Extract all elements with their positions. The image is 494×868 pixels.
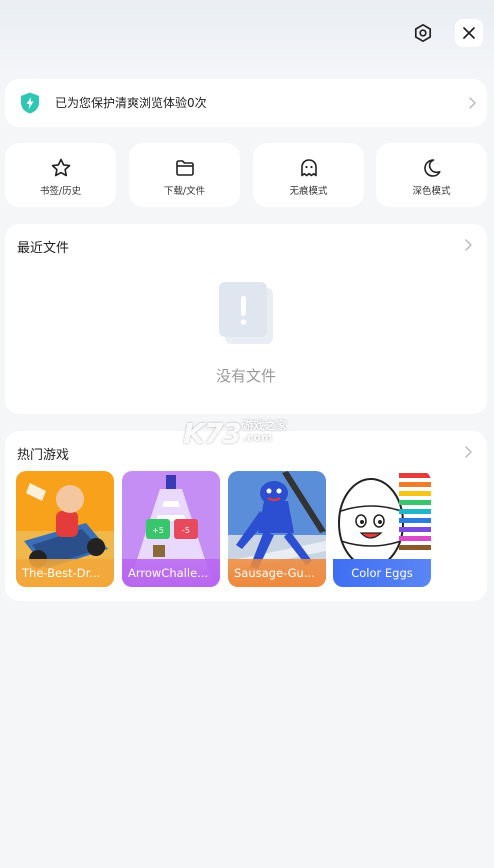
watermark-main: K73 <box>183 417 242 450</box>
svg-text:-5: -5 <box>182 526 190 535</box>
close-icon <box>463 27 475 39</box>
watermark-logo: K73 游戏之家 .com <box>183 417 287 450</box>
bookmarks-history-button[interactable]: 书签/历史 <box>5 143 116 207</box>
settings-button[interactable] <box>409 19 437 47</box>
game-card-the-best-driver[interactable]: The-Best-Dr... <box>16 471 114 587</box>
game-card-arrow-challenge[interactable]: +5 -5 ArrowChalle... <box>122 471 220 587</box>
recent-files-title[interactable]: 最近文件 <box>17 237 69 256</box>
downloads-files-button[interactable]: 下载/文件 <box>129 143 240 207</box>
protection-banner[interactable]: 已为您保护清爽浏览体验0次 <box>5 79 487 127</box>
moon-icon <box>423 159 441 177</box>
quick-action-label: 书签/历史 <box>39 186 82 197</box>
settings-hexagon-icon <box>414 23 432 43</box>
protection-text: 已为您保护清爽浏览体验0次 <box>55 96 207 110</box>
empty-state-text: 没有文件 <box>215 367 276 385</box>
dark-mode-button[interactable]: 深色模式 <box>376 143 487 207</box>
close-button[interactable] <box>455 19 483 47</box>
svg-text:+5: +5 <box>152 526 164 535</box>
empty-file-icon <box>219 282 273 344</box>
chevron-right-icon[interactable] <box>463 445 473 459</box>
recent-files-section: 最近文件 没有文件 <box>5 224 487 414</box>
quick-action-label: 下载/文件 <box>163 186 206 197</box>
game-name: ArrowChalle... <box>122 559 220 587</box>
game-name: Sausage-Gu... <box>228 559 326 587</box>
hot-games-title[interactable]: 热门游戏 <box>17 444 69 463</box>
watermark-domain: .com <box>242 431 273 444</box>
star-icon <box>51 158 70 177</box>
chevron-right-icon[interactable] <box>463 238 473 252</box>
ghost-icon <box>300 159 317 177</box>
shield-bolt-icon <box>21 92 39 114</box>
quick-action-label: 无痕模式 <box>289 186 328 197</box>
game-name: The-Best-Dr... <box>16 559 114 587</box>
incognito-mode-button[interactable]: 无痕模式 <box>253 143 364 207</box>
top-bar <box>0 0 494 66</box>
game-card-color-eggs[interactable]: Color Eggs <box>333 471 431 587</box>
hot-games-section: 热门游戏 The-Best-Dr... +5 -5 ArrowChalle...… <box>5 431 487 601</box>
folder-icon <box>175 160 194 176</box>
game-name: Color Eggs <box>333 559 431 587</box>
quick-action-label: 深色模式 <box>412 186 451 197</box>
game-card-sausage-gun[interactable]: Sausage-Gu... <box>228 471 326 587</box>
chevron-right-icon <box>469 97 476 109</box>
